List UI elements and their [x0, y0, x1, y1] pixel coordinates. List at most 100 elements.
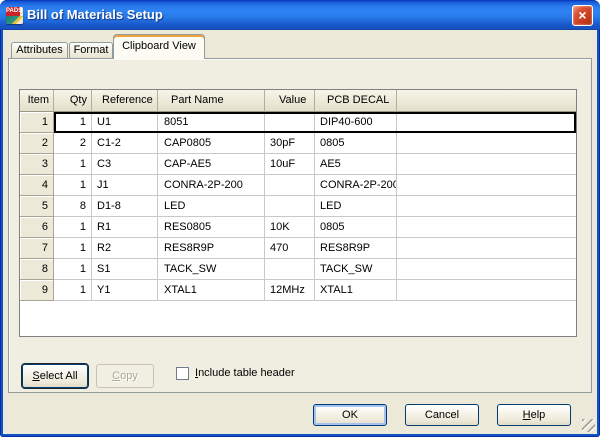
row-header-cell[interactable]: 9 [20, 280, 54, 301]
row-header-cell[interactable]: 5 [20, 196, 54, 217]
table-row: 4 1 J1 CONRA-2P-200 CONRA-2P-200 [20, 175, 576, 196]
filler-cell[interactable] [397, 133, 576, 154]
select-all-button[interactable]: Select All [22, 364, 88, 388]
qty-cell[interactable]: 1 [54, 154, 92, 175]
column-header-part-name: Part Name [158, 90, 265, 112]
close-button[interactable]: × [572, 5, 593, 26]
part-name-cell[interactable]: CAP0805 [158, 133, 265, 154]
part-name-cell[interactable]: RES8R9P [158, 238, 265, 259]
part-name-cell[interactable]: CAP-AE5 [158, 154, 265, 175]
pcb-decal-cell[interactable]: CONRA-2P-200 [315, 175, 397, 196]
table-row: 1 1 U1 8051 DIP40-600 [20, 112, 576, 133]
value-cell[interactable]: 10uF [265, 154, 315, 175]
tab-format[interactable]: Format [69, 42, 113, 58]
pcb-decal-cell[interactable]: RES8R9P [315, 238, 397, 259]
reference-cell[interactable]: D1-8 [92, 196, 158, 217]
filler-cell[interactable] [397, 112, 576, 133]
qty-cell[interactable]: 1 [54, 238, 92, 259]
column-header-qty: Qty [54, 90, 92, 112]
value-cell[interactable]: 30pF [265, 133, 315, 154]
value-cell[interactable]: 470 [265, 238, 315, 259]
reference-cell[interactable]: S1 [92, 259, 158, 280]
tab-attributes[interactable]: Attributes [11, 42, 68, 58]
pcb-decal-cell[interactable]: XTAL1 [315, 280, 397, 301]
filler-cell[interactable] [397, 154, 576, 175]
reference-cell[interactable]: U1 [92, 112, 158, 133]
bom-table: ItemQtyReferencePart NameValuePCB DECAL … [19, 89, 577, 337]
reference-cell[interactable]: R1 [92, 217, 158, 238]
copy-button[interactable]: Copy [96, 364, 154, 388]
table-row: 7 1 R2 RES8R9P 470 RES8R9P [20, 238, 576, 259]
qty-cell[interactable]: 1 [54, 175, 92, 196]
column-header-filler [397, 90, 576, 112]
reference-cell[interactable]: C3 [92, 154, 158, 175]
reference-cell[interactable]: C1-2 [92, 133, 158, 154]
value-cell[interactable] [265, 259, 315, 280]
close-icon: × [578, 7, 586, 23]
column-header-reference: Reference [92, 90, 158, 112]
table-row: 8 1 S1 TACK_SW TACK_SW [20, 259, 576, 280]
qty-cell[interactable]: 1 [54, 280, 92, 301]
qty-cell[interactable]: 8 [54, 196, 92, 217]
clipboard-view-panel: ItemQtyReferencePart NameValuePCB DECAL … [8, 58, 592, 393]
row-header-cell[interactable]: 2 [20, 133, 54, 154]
column-header-value: Value [265, 90, 315, 112]
row-header-cell[interactable]: 3 [20, 154, 54, 175]
pcb-decal-cell[interactable]: TACK_SW [315, 259, 397, 280]
include-table-header-label: Include table header [195, 367, 295, 380]
dialog-body: AttributesFormatClipboard View ItemQtyRe… [3, 30, 597, 434]
pcb-decal-cell[interactable]: 0805 [315, 217, 397, 238]
qty-cell[interactable]: 1 [54, 259, 92, 280]
table-row: 9 1 Y1 XTAL1 12MHz XTAL1 [20, 280, 576, 301]
filler-cell[interactable] [397, 238, 576, 259]
table-row: 5 8 D1-8 LED LED [20, 196, 576, 217]
part-name-cell[interactable]: LED [158, 196, 265, 217]
bom-setup-dialog: PADS Bill of Materials Setup × Attribute… [0, 0, 600, 437]
filler-cell[interactable] [397, 196, 576, 217]
value-cell[interactable]: 12MHz [265, 280, 315, 301]
column-header-item: Item [20, 90, 54, 112]
qty-cell[interactable]: 1 [54, 112, 92, 133]
qty-cell[interactable]: 1 [54, 217, 92, 238]
pads-icon: PADS [6, 7, 23, 24]
row-header-cell[interactable]: 4 [20, 175, 54, 196]
pcb-decal-cell[interactable]: LED [315, 196, 397, 217]
part-name-cell[interactable]: XTAL1 [158, 280, 265, 301]
row-header-cell[interactable]: 6 [20, 217, 54, 238]
title-bar[interactable]: PADS Bill of Materials Setup × [0, 0, 600, 30]
row-header-cell[interactable]: 7 [20, 238, 54, 259]
value-cell[interactable] [265, 175, 315, 196]
reference-cell[interactable]: R2 [92, 238, 158, 259]
part-name-cell[interactable]: TACK_SW [158, 259, 265, 280]
part-name-cell[interactable]: 8051 [158, 112, 265, 133]
pads-icon-text: PADS [6, 7, 20, 16]
value-cell[interactable]: 10K [265, 217, 315, 238]
table-header-row: ItemQtyReferencePart NameValuePCB DECAL [20, 90, 576, 112]
filler-cell[interactable] [397, 217, 576, 238]
table-row: 6 1 R1 RES0805 10K 0805 [20, 217, 576, 238]
tab-clipboard-view[interactable]: Clipboard View [113, 34, 205, 59]
value-cell[interactable] [265, 196, 315, 217]
help-button[interactable]: Help [497, 404, 571, 426]
value-cell[interactable] [265, 112, 315, 133]
reference-cell[interactable]: J1 [92, 175, 158, 196]
pcb-decal-cell[interactable]: AE5 [315, 154, 397, 175]
row-header-cell[interactable]: 1 [20, 112, 54, 133]
filler-cell[interactable] [397, 259, 576, 280]
reference-cell[interactable]: Y1 [92, 280, 158, 301]
table-row: 2 2 C1-2 CAP0805 30pF 0805 [20, 133, 576, 154]
filler-cell[interactable] [397, 280, 576, 301]
qty-cell[interactable]: 2 [54, 133, 92, 154]
part-name-cell[interactable]: CONRA-2P-200 [158, 175, 265, 196]
part-name-cell[interactable]: RES0805 [158, 217, 265, 238]
include-table-header-checkbox[interactable] [176, 367, 189, 380]
window-title: Bill of Materials Setup [27, 0, 163, 30]
filler-cell[interactable] [397, 175, 576, 196]
row-header-cell[interactable]: 8 [20, 259, 54, 280]
resize-grip[interactable] [582, 419, 595, 432]
cancel-button[interactable]: Cancel [405, 404, 479, 426]
column-header-pcb-decal: PCB DECAL [315, 90, 397, 112]
pcb-decal-cell[interactable]: DIP40-600 [315, 112, 397, 133]
ok-button[interactable]: OK [313, 404, 387, 426]
pcb-decal-cell[interactable]: 0805 [315, 133, 397, 154]
